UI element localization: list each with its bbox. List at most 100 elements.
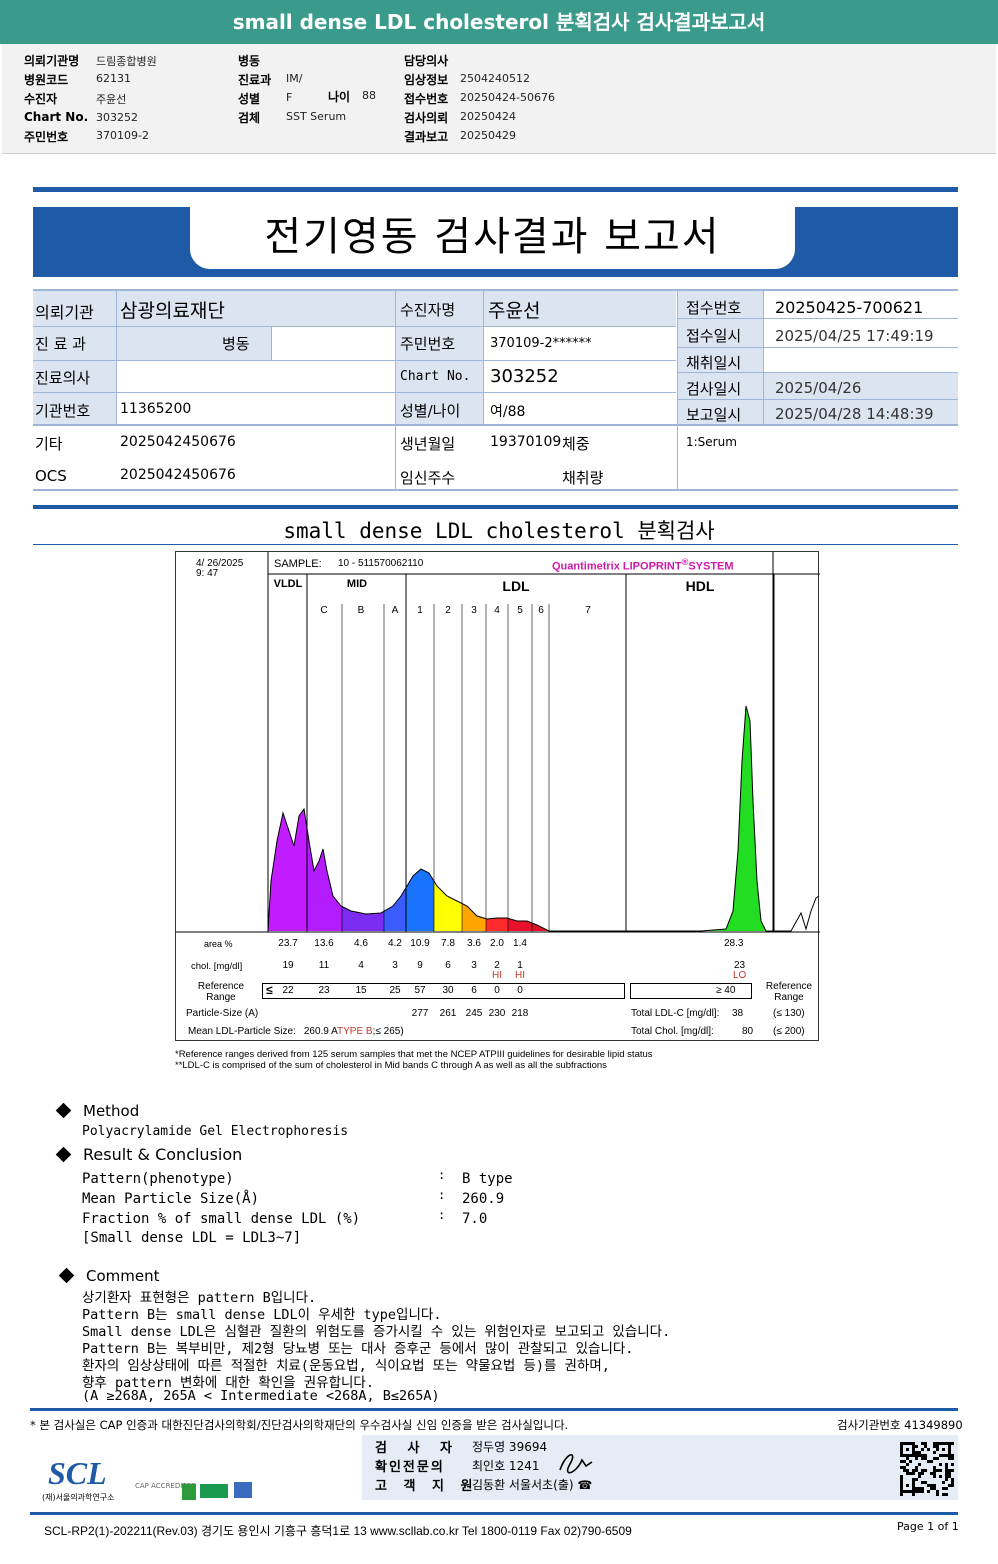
doctor-label: 진료의사	[35, 369, 91, 387]
result-value: 7.0	[462, 1211, 488, 1227]
result-label: Fraction % of small dense LDL (%)	[82, 1211, 361, 1227]
diamond-bullet-icon	[55, 1102, 72, 1119]
run-time: 9: 47	[196, 568, 219, 579]
inst-label: 기관번호	[35, 402, 91, 420]
chol-value: 11	[318, 960, 330, 971]
ref-label: Reference Range	[197, 981, 245, 1003]
method-heading: Method	[55, 1102, 139, 1120]
sex-label: 성별/나이	[400, 402, 461, 420]
header-label: 의뢰기관명	[24, 54, 80, 68]
chol-label: chol. [mg/dl]	[191, 961, 243, 972]
total-ldlc-value: 38	[732, 1008, 744, 1019]
footnote-2: **LDL-C is comprised of the sum of chole…	[175, 1060, 607, 1071]
method-text: Polyacrylamide Gel Electrophoresis	[82, 1124, 349, 1139]
preg-label: 임신주수	[400, 469, 456, 487]
header-value: 20250424	[460, 110, 516, 123]
lipoprint-result-panel: 4/ 26/2025 9: 47 SAMPLE: 10 - 5115700621…	[175, 551, 820, 1041]
ocs-value: 2025042450676	[120, 467, 236, 483]
header-value: 62131	[96, 72, 131, 85]
mean-size-part: Mean LDL-Particle Size:	[188, 1026, 296, 1037]
area-value: 10.9	[410, 938, 430, 949]
sdldl-note: [Small dense LDL = LDL3~7]	[82, 1230, 302, 1246]
band-fill	[268, 706, 307, 931]
weight-label: 체중	[562, 435, 590, 453]
result-heading: Result & Conclusion	[55, 1145, 242, 1164]
flag-high: HI	[515, 970, 525, 981]
sample-id: 10 - 511570062110	[338, 558, 424, 569]
particle-size-value: 230	[488, 1008, 506, 1019]
header-info: 나이 88 의뢰기관명 드림종합병원 병원코드 62131 수진자 주윤선 Chart No…	[2, 44, 996, 154]
chol-value: 4	[358, 960, 364, 971]
result-value: 260.9	[462, 1191, 505, 1207]
dept-label: 진 료 과	[35, 335, 86, 353]
section-title: small dense LDL cholesterol 분획검사	[283, 519, 715, 543]
particle-size-label: Particle-Size (A)	[186, 1008, 259, 1019]
header-value: F	[286, 91, 293, 104]
band-fill	[701, 706, 791, 931]
sex-value: 여/88	[490, 404, 526, 420]
tester-label: 검 사 자	[375, 1441, 460, 1456]
band-label: 3	[471, 605, 477, 616]
total-chol-label: Total Chol. [mg/dl]:	[631, 1026, 714, 1037]
result-label: Pattern(phenotype)	[82, 1171, 234, 1187]
chol-value: 6	[445, 960, 451, 971]
header-label: Chart No.	[24, 110, 89, 124]
comment-heading: Comment	[58, 1267, 160, 1285]
name-value: 주윤선	[488, 300, 541, 322]
result-value: B type	[462, 1171, 513, 1187]
support-label: 고 객 지 원	[375, 1479, 479, 1494]
area-value: 2.0	[490, 938, 504, 949]
total-chol-ref: (≤ 200)	[773, 1026, 805, 1037]
header-value: 주윤선	[96, 93, 127, 106]
coll-dt-label: 채취일시	[686, 354, 742, 372]
mean-size-part: ;≤ 265)	[372, 1026, 404, 1037]
qr-code-icon	[900, 1442, 954, 1496]
header-value: SST Serum	[286, 110, 347, 123]
accreditation-logo	[200, 1484, 228, 1498]
band-label: 6	[538, 605, 544, 616]
diamond-bullet-icon	[55, 1146, 72, 1163]
recv-dt-label: 접수일시	[686, 327, 742, 345]
result-label: Mean Particle Size(Å)	[82, 1191, 260, 1207]
header-label: 진료과	[238, 73, 272, 87]
area-value: 3.6	[467, 938, 481, 949]
band-label: 1	[417, 605, 423, 616]
header-label: 검체	[238, 111, 261, 125]
band-group-label: LDL	[502, 578, 530, 594]
chol-value: 19	[282, 960, 294, 971]
flag-high: HI	[492, 970, 502, 981]
tester-value: 정두영 39694	[472, 1440, 548, 1454]
header-label: 수진자	[24, 92, 58, 106]
amount-label: 채취량	[562, 469, 604, 487]
age-value: 88	[362, 89, 376, 102]
ward-label: 병동	[222, 335, 250, 353]
accreditation-logo	[234, 1482, 252, 1498]
divider	[33, 187, 958, 192]
test-dt-label: 검사일시	[686, 380, 742, 398]
result-colon: :	[438, 1208, 446, 1222]
org-label: 의뢰기관	[35, 303, 94, 322]
mean-size-part: TYPE B	[337, 1026, 373, 1037]
etc-label: 기타	[35, 435, 63, 453]
certification-note: * 본 검사실은 CAP 인증과 대한진단검사의학회/진단검사의학재단의 우수검…	[30, 1418, 569, 1432]
particle-size-value: 245	[465, 1008, 483, 1019]
particle-size-value: 261	[439, 1008, 457, 1019]
etc-value: 2025042450676	[120, 434, 236, 450]
header-value: 303252	[96, 111, 138, 124]
footer-address: SCL-RP2(1)-202211(Rev.03) 경기도 용인시 기흥구 흥덕…	[44, 1524, 632, 1538]
header-label: 주민번호	[24, 130, 69, 144]
report-dt-label: 보고일시	[686, 406, 742, 424]
area-value: 13.6	[314, 938, 334, 949]
header-label: 담당의사	[404, 54, 449, 68]
chol-value: 9	[417, 960, 423, 971]
particle-size-value: 277	[411, 1008, 429, 1019]
band-group-label: HDL	[685, 578, 715, 594]
band-label: 4	[494, 605, 500, 616]
header-label: 임상정보	[404, 73, 449, 87]
band-label: 5	[517, 605, 523, 616]
rrn-label: 주민번호	[400, 335, 456, 353]
support-value: 김동환 서울서초(출) ☎	[472, 1478, 593, 1492]
chol-value: 3	[392, 960, 398, 971]
result-colon: :	[438, 1188, 446, 1202]
area-hdl: 28.3	[724, 938, 744, 949]
